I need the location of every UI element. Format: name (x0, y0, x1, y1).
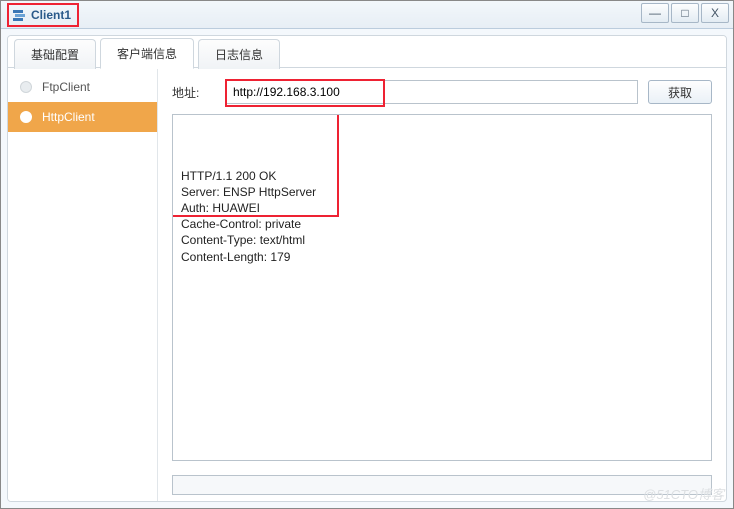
app-window: Client1 — □ X 基础配置 客户端信息 日志信息 FtpClient … (0, 0, 734, 509)
response-line: Cache-Control: private (181, 217, 301, 231)
sidebar-item-http[interactable]: HttpClient (8, 102, 157, 132)
maximize-button[interactable]: □ (671, 3, 699, 23)
response-line: Content-Type: text/html (181, 233, 305, 247)
address-label: 地址: (172, 84, 216, 101)
app-icon (11, 7, 27, 23)
sidebar: FtpClient HttpClient (8, 68, 158, 501)
address-input[interactable] (227, 81, 637, 103)
tab-body: FtpClient HttpClient 地址: 获取 (8, 68, 726, 501)
fetch-button[interactable]: 获取 (648, 80, 712, 104)
content-panel: 基础配置 客户端信息 日志信息 FtpClient HttpClient 地址: (7, 35, 727, 502)
window-controls: — □ X (641, 3, 729, 23)
tab-client[interactable]: 客户端信息 (100, 38, 194, 69)
sidebar-item-label: HttpClient (42, 110, 95, 124)
response-line: HTTP/1.1 200 OK (181, 169, 276, 183)
response-line: Server: ENSP HttpServer (181, 185, 316, 199)
sidebar-item-label: FtpClient (42, 80, 90, 94)
dot-icon (20, 111, 32, 123)
titlebar: Client1 — □ X (1, 1, 733, 29)
dot-icon (20, 81, 32, 93)
tab-strip: 基础配置 客户端信息 日志信息 (8, 36, 726, 68)
tab-basic[interactable]: 基础配置 (14, 39, 96, 69)
address-row: 地址: 获取 (172, 80, 712, 104)
response-content: HTTP/1.1 200 OK Server: ENSP HttpServer … (173, 164, 711, 269)
sidebar-item-ftp[interactable]: FtpClient (8, 72, 157, 102)
response-line: Auth: HUAWEI (181, 201, 260, 215)
title-highlight-box: Client1 (7, 3, 79, 27)
close-button[interactable]: X (701, 3, 729, 23)
minimize-button[interactable]: — (641, 3, 669, 23)
tab-log[interactable]: 日志信息 (198, 39, 280, 69)
window-title: Client1 (31, 8, 71, 22)
address-input-wrap (226, 80, 638, 104)
response-textarea[interactable]: HTTP/1.1 200 OK Server: ENSP HttpServer … (172, 114, 712, 461)
response-line: Content-Length: 179 (181, 250, 290, 264)
bottom-input[interactable] (172, 475, 712, 495)
main-panel: 地址: 获取 HTTP/1.1 200 OK Server: ENSP Http… (158, 68, 726, 501)
